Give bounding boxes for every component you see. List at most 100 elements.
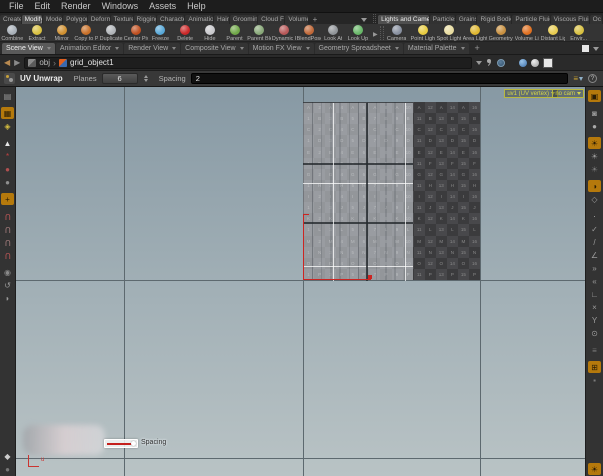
menu-render[interactable]: Render: [61, 1, 91, 11]
group-list-icon[interactable]: ⊞: [588, 361, 601, 373]
planes-stepper[interactable]: [144, 75, 148, 82]
shelf-tab-oc[interactable]: Oc: [590, 15, 602, 24]
link-icon[interactable]: [497, 59, 505, 67]
perf-monitor-icon[interactable]: ◆: [1, 450, 14, 462]
uv-display-icon[interactable]: ▦: [1, 107, 14, 119]
spacing-slider-handle[interactable]: [131, 441, 136, 446]
nav-forward-icon[interactable]: ▶: [14, 58, 20, 68]
point-numbers-icon[interactable]: »: [588, 262, 601, 274]
normal-lighting-icon[interactable]: ☀: [588, 150, 601, 162]
menu-help[interactable]: Help: [187, 1, 206, 11]
snap-point-icon[interactable]: U: [1, 223, 14, 235]
menu-assets[interactable]: Assets: [149, 1, 176, 11]
sort-icon[interactable]: ≡: [573, 75, 583, 83]
handles-tool-icon[interactable]: +: [1, 193, 14, 205]
shelf-tab-model[interactable]: Model: [43, 15, 62, 24]
crossing-icon[interactable]: ×: [588, 301, 601, 313]
shelf-tool-look-at[interactable]: Look At: [321, 24, 346, 42]
tab-geometry-spreadsheet[interactable]: Geometry Spreadsheet: [315, 43, 403, 54]
menu-windows[interactable]: Windows: [102, 1, 139, 11]
shelf-tool-copy-to-poi[interactable]: Copy to Poi...: [74, 24, 99, 42]
tab-render-view[interactable]: Render View: [124, 43, 180, 54]
pane-menu-icon[interactable]: [593, 47, 599, 51]
spacing-slider[interactable]: [104, 439, 138, 448]
shelf-tab-hair[interactable]: Hair: [214, 15, 229, 24]
pane-color-swatch[interactable]: [582, 45, 589, 52]
sphere-preview-icon[interactable]: ●: [588, 120, 601, 132]
uv-texture-icon[interactable]: ◈: [1, 120, 14, 132]
shelf-tab-character[interactable]: Character: [157, 15, 184, 24]
stepper-up-icon[interactable]: [144, 75, 148, 78]
shelf-tab-lights-and-cameras[interactable]: Lights and Cameras: [378, 15, 429, 24]
headlight-icon[interactable]: ☀: [588, 137, 601, 149]
shelf-tool-mirror[interactable]: Mirror: [49, 24, 74, 42]
attribute-select[interactable]: uv1 (UV vertex): [504, 89, 558, 98]
memory-icon[interactable]: ●: [1, 463, 14, 475]
add-pane-tab-button[interactable]: +: [470, 43, 485, 54]
shelf-tool-geometry-l[interactable]: Geometry L...: [488, 24, 514, 42]
menu-edit[interactable]: Edit: [35, 1, 51, 11]
tab-animation-editor[interactable]: Animation Editor: [56, 43, 123, 54]
hq-lighting-icon[interactable]: ☀: [588, 163, 601, 175]
shelf-tab-texture[interactable]: Texture: [111, 15, 133, 24]
shelf-tool-parent[interactable]: Parent: [222, 24, 247, 42]
tab-material-palette[interactable]: Material Palette: [404, 43, 469, 54]
shelf-tab-animation[interactable]: Animation: [185, 15, 213, 24]
shelf-tab-grooming[interactable]: Grooming: [230, 15, 257, 24]
shelf-tab-particle-fluids[interactable]: Particle Fluids: [512, 15, 549, 24]
shelf-tool-duplicate[interactable]: Duplicate: [99, 24, 124, 42]
shelf-tool-distant-light[interactable]: Distant Light: [540, 24, 566, 42]
vertex-markers-icon[interactable]: ✓: [588, 223, 601, 235]
corner-axis-icon[interactable]: ∟: [588, 288, 601, 300]
planes-value-field[interactable]: 6: [102, 73, 138, 84]
shelf-tab-polygon[interactable]: Polygon: [63, 15, 87, 24]
breadcrumb-node[interactable]: grid_object1: [70, 58, 114, 67]
nav-back-icon[interactable]: ◀: [4, 58, 10, 68]
shelf-tab-viscous-fluids[interactable]: Viscous Fluids: [551, 15, 589, 24]
shelf-tool-delete[interactable]: Delete: [173, 24, 198, 42]
snap-edge-icon[interactable]: U: [1, 236, 14, 248]
shelf-tab-rigid-bodies[interactable]: Rigid Bodies: [477, 15, 511, 24]
shelf-tool-parent-blend[interactable]: Parent Blend: [247, 24, 272, 42]
shelf-tool-blendpose[interactable]: BlendPose: [296, 24, 321, 42]
snap-grid-icon[interactable]: U: [1, 210, 14, 222]
tab-scene-view[interactable]: Scene View: [2, 43, 55, 54]
pin-icon[interactable]: [486, 59, 493, 66]
add-shelf-tab-button[interactable]: +: [309, 15, 322, 24]
shelf-tab-create[interactable]: Create: [0, 15, 21, 24]
shelf-scroll-icon[interactable]: ▶: [373, 31, 378, 38]
view-mode-icon[interactable]: ◉: [1, 266, 14, 278]
shelf-tool-camera[interactable]: Camera: [384, 24, 410, 42]
select-edges-icon[interactable]: ●: [1, 163, 14, 175]
branch-icon[interactable]: Y: [588, 314, 601, 326]
normals-display-icon[interactable]: /: [588, 236, 601, 248]
shelf-tool-hide[interactable]: Hide: [198, 24, 223, 42]
spacing-value-field[interactable]: 2: [191, 73, 569, 84]
shelf-tool-combine[interactable]: Combine: [0, 24, 25, 42]
breadcrumb-root[interactable]: obj: [39, 58, 50, 67]
tab-composite-view[interactable]: Composite View: [181, 43, 247, 54]
menu-file[interactable]: File: [9, 1, 24, 11]
snap-prim-icon[interactable]: U: [1, 249, 14, 261]
shelf-tab-volume[interactable]: Volume: [285, 15, 307, 24]
shelf-tab-grains[interactable]: Grains: [456, 15, 477, 24]
shelf-tool-spot-light[interactable]: Spot Light: [436, 24, 462, 42]
display-options-icon[interactable]: ☀: [588, 463, 601, 475]
shading-mode-icon[interactable]: ◑: [588, 180, 601, 192]
tab-motion-fx-view[interactable]: Motion FX View: [249, 43, 314, 54]
snapshot-icon[interactable]: [519, 59, 527, 67]
visualizer-icon[interactable]: ▪: [588, 374, 601, 386]
path-dropdown-icon[interactable]: [476, 61, 482, 65]
shelf-tab-rigging[interactable]: Rigging: [134, 15, 156, 24]
display-color-swatch[interactable]: [543, 58, 553, 68]
shelf-tool-point-light[interactable]: Point Light: [410, 24, 436, 42]
shelf-tab-deform[interactable]: Deform: [88, 15, 110, 24]
camera-select[interactable]: no cam: [552, 89, 584, 98]
info-rows-icon[interactable]: ≡: [588, 344, 601, 356]
angle-display-icon[interactable]: ∠: [588, 249, 601, 261]
orbit-tool-icon[interactable]: ↺: [1, 279, 14, 291]
uv-viewport-canvas[interactable]: A2A4A6A8A10A12A14A161B3B5B7B9B11B13B15BC…: [16, 87, 585, 476]
lock-camera-icon[interactable]: ◙: [588, 107, 601, 119]
select-points-icon[interactable]: *: [1, 150, 14, 162]
shelf-tab-particles[interactable]: Particles: [430, 15, 455, 24]
